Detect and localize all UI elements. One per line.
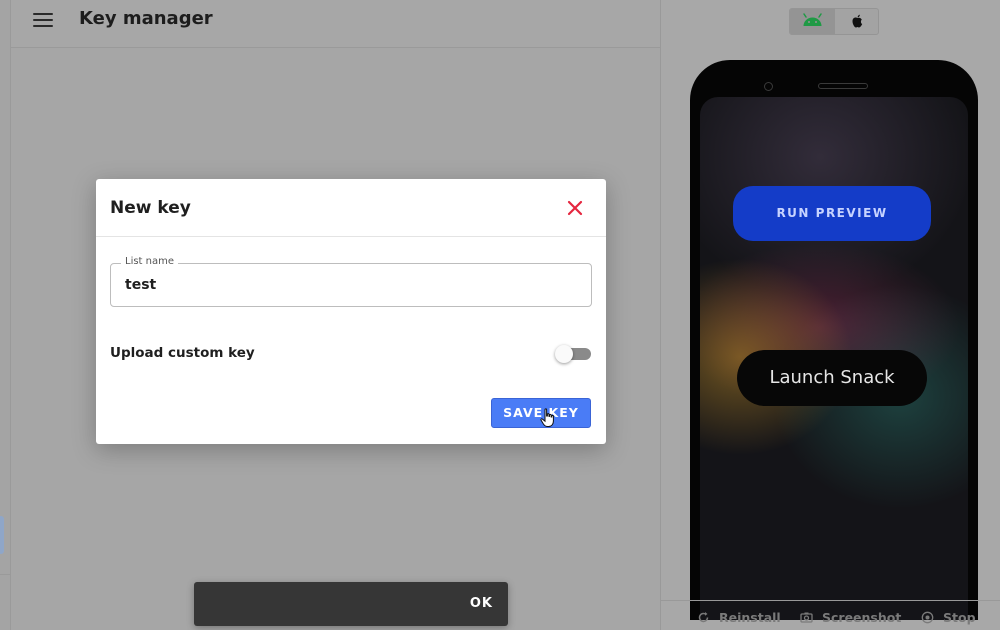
snackbar: OK [194,582,508,626]
snackbar-ok-button[interactable]: OK [470,596,493,611]
dialog-title: New key [110,198,191,218]
list-name-label: List name [121,256,179,267]
preview-footer: Reinstall Screenshot Stop [661,600,1000,630]
phone-speaker [818,83,868,89]
screenshot-label: Screenshot [822,610,902,625]
launch-snack-button[interactable]: Launch Snack [737,350,927,406]
upload-custom-key-label: Upload custom key [110,345,255,361]
stop-icon [921,611,934,624]
list-name-field[interactable]: List name test [110,256,592,307]
close-icon[interactable] [564,197,586,219]
platform-toggle [789,8,879,35]
rail-active-indicator [0,516,4,554]
phone-frame: RUN PREVIEW Launch Snack [690,60,978,620]
camera-icon [800,612,813,623]
apple-icon[interactable] [835,9,878,34]
run-preview-button[interactable]: RUN PREVIEW [733,186,931,241]
list-name-input[interactable]: test [125,277,156,293]
page-title: Key manager [79,8,213,29]
android-icon[interactable] [790,9,835,34]
device-preview-panel: RUN PREVIEW Launch Snack Reinstall Scree… [660,0,1000,630]
rail-divider [0,574,11,575]
hand-pointer-cursor-icon [540,408,556,428]
reinstall-label: Reinstall [719,610,781,625]
stop-button[interactable]: Stop [921,610,979,626]
stop-label: Stop [943,610,976,625]
left-rail [0,0,11,630]
reload-icon [698,612,709,623]
screenshot-button[interactable]: Screenshot [800,610,901,626]
phone-camera [764,82,773,91]
new-key-dialog: New key List name test Upload custom key… [96,179,606,444]
upload-custom-key-toggle[interactable] [555,345,592,363]
dialog-header: New key [96,179,606,237]
hamburger-menu-icon[interactable] [33,10,53,28]
top-bar: Key manager [11,0,660,48]
reinstall-button[interactable]: Reinstall [697,610,781,626]
phone-screen: RUN PREVIEW Launch Snack [700,97,968,620]
toggle-knob [555,345,573,363]
